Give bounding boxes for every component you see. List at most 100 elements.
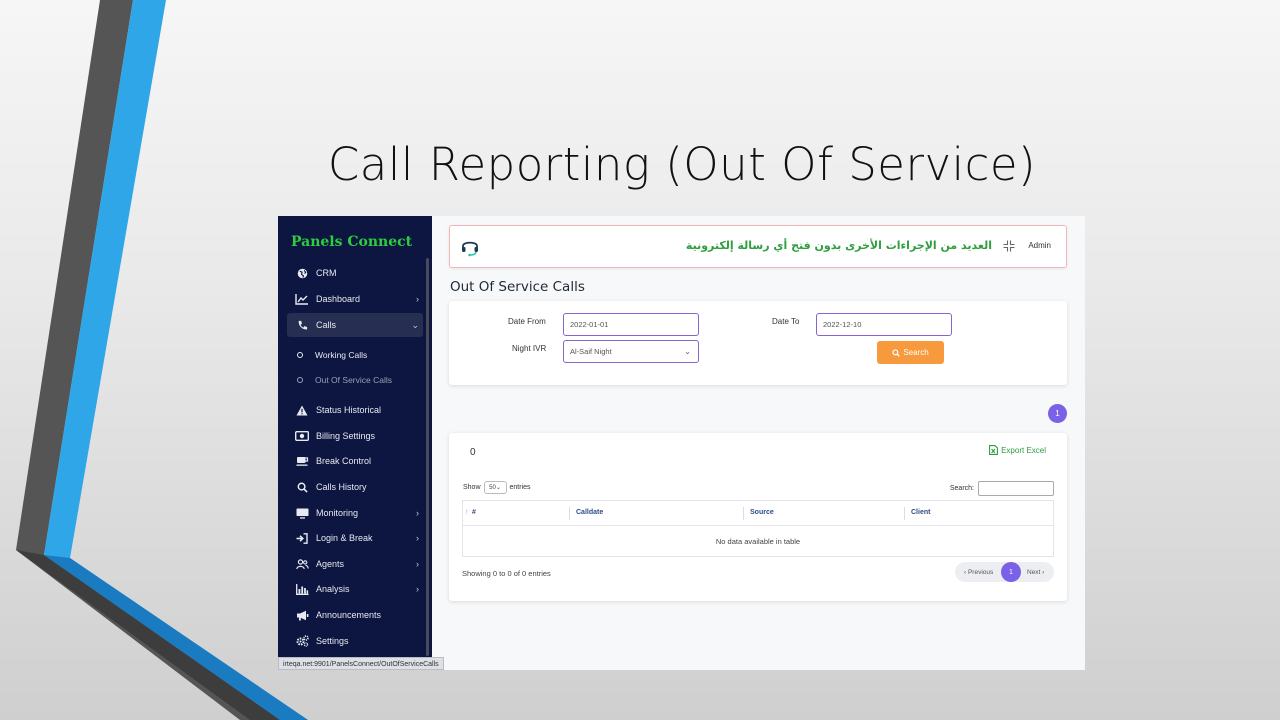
- search-icon: [892, 348, 901, 357]
- sidebar-item-calls[interactable]: Calls ⌄: [287, 313, 423, 337]
- filter-panel: Date From 2022-01-01 Date To 2022-12-10 …: [449, 301, 1067, 385]
- current-page-button[interactable]: 1: [1001, 562, 1021, 582]
- entries-select-value: 50: [489, 484, 496, 491]
- export-excel-button[interactable]: Export Excel: [989, 445, 1046, 455]
- sidebar-item-calls-history[interactable]: Calls History: [287, 475, 423, 499]
- search-button[interactable]: Search: [877, 341, 944, 364]
- sidebar-subitem-out-of-service-calls[interactable]: Out Of Service Calls: [297, 375, 392, 385]
- chevron-right-icon: ›: [416, 294, 419, 304]
- sidebar-item-label: Billing Settings: [316, 431, 376, 441]
- sidebar-item-settings[interactable]: Settings: [287, 629, 423, 653]
- coffee-icon: [294, 454, 310, 468]
- table-search-input[interactable]: [978, 481, 1054, 496]
- sidebar-item-login-break[interactable]: Login & Break ›: [287, 526, 423, 550]
- sidebar-item-announcements[interactable]: Announcements: [287, 603, 423, 627]
- gears-icon: [294, 634, 310, 648]
- export-excel-label: Export Excel: [1001, 445, 1046, 455]
- header-announcement: العديد من الإجراءات الأخرى بدون فتح أي ر…: [685, 239, 992, 252]
- sidebar-item-status-historical[interactable]: Status Historical: [287, 398, 423, 422]
- date-from-label: Date From: [508, 317, 546, 326]
- chevron-down-icon: ⌄: [684, 347, 691, 356]
- fullscreen-exit-icon[interactable]: [1003, 239, 1015, 257]
- bar-chart-icon: [294, 582, 310, 596]
- table-search: Search:: [950, 481, 1054, 496]
- night-ivr-select[interactable]: Al-Saif Night ⌄: [563, 340, 699, 363]
- browser-status-url: irteqa.net:9901/PanelsConnect/OutOfServi…: [278, 657, 444, 670]
- sidebar-item-label: Login & Break: [316, 533, 373, 543]
- sidebar-item-label: Announcements: [316, 610, 382, 620]
- circle-icon: [297, 352, 303, 358]
- night-ivr-selected: Al-Saif Night: [570, 347, 612, 356]
- sidebar-item-label: Analysis: [316, 584, 350, 594]
- monitor-icon: [294, 506, 310, 520]
- top-header: العديد من الإجراءات الأخرى بدون فتح أي ر…: [449, 225, 1067, 268]
- sidebar-subitem-label: Working Calls: [315, 350, 368, 360]
- phone-icon: [294, 318, 310, 332]
- column-header-source[interactable]: Source: [750, 509, 774, 516]
- sidebar-item-break-control[interactable]: Break Control: [287, 449, 423, 473]
- sidebar-item-label: Agents: [316, 559, 345, 569]
- sidebar-item-label: Dashboard: [316, 294, 361, 304]
- date-to-field[interactable]: 2022-12-10: [816, 313, 952, 336]
- entries-length-control: Show 50 ⌄ entries: [463, 481, 531, 494]
- app-screenshot: Panels Connect CRM Dashboard › Calls ⌄ W…: [278, 216, 1085, 670]
- search-button-label: Search: [903, 348, 929, 357]
- sidebar-item-crm[interactable]: CRM: [287, 261, 423, 285]
- sidebar-item-billing-settings[interactable]: Billing Settings: [287, 424, 423, 448]
- entries-select[interactable]: 50 ⌄: [483, 481, 507, 494]
- user-menu[interactable]: Admin: [1028, 241, 1051, 250]
- sidebar-item-label: Monitoring: [316, 508, 359, 518]
- column-divider: [743, 507, 744, 520]
- sidebar-item-label: Break Control: [316, 456, 372, 466]
- entries-label: entries: [509, 484, 531, 491]
- sidebar-item-label: Calls History: [316, 482, 367, 492]
- next-page-button[interactable]: Next ›: [1027, 569, 1044, 576]
- sidebar-item-label: CRM: [316, 268, 337, 278]
- brand-logo: Panels Connect: [291, 234, 413, 250]
- date-from-field[interactable]: 2022-01-01: [563, 313, 699, 336]
- sidebar-item-label: Settings: [316, 636, 349, 646]
- empty-table-message: No data available in table: [715, 537, 801, 546]
- chevron-right-icon: ›: [416, 508, 419, 518]
- search-icon: [294, 480, 310, 494]
- column-divider: [904, 507, 905, 520]
- table-header: ↑ # Calldate Source Client: [463, 501, 1053, 526]
- show-label: Show: [463, 484, 481, 491]
- chevron-right-icon: ›: [416, 533, 419, 543]
- page-number-badge[interactable]: 1: [1048, 404, 1067, 423]
- night-ivr-label: Night IVR: [512, 344, 547, 353]
- circle-icon: [297, 377, 303, 383]
- sidebar: Panels Connect CRM Dashboard › Calls ⌄ W…: [278, 216, 432, 670]
- results-panel: 0 Export Excel Show 50 ⌄ entries Search: …: [449, 433, 1067, 601]
- sort-icon: ↑: [465, 509, 469, 516]
- sidebar-item-agents[interactable]: Agents ›: [287, 552, 423, 576]
- chevron-right-icon: ›: [416, 584, 419, 594]
- column-header-number[interactable]: #: [472, 509, 476, 516]
- slide-title: Call Reporting (Out Of Service): [327, 138, 1037, 191]
- sidebar-scrollbar[interactable]: [426, 258, 429, 656]
- chevron-right-icon: ›: [416, 559, 419, 569]
- page-title: Out Of Service Calls: [450, 279, 585, 295]
- record-count: 0: [470, 447, 476, 458]
- excel-file-icon: [989, 445, 999, 455]
- table-info: Showing 0 to 0 of 0 entries: [462, 569, 551, 578]
- date-to-label: Date To: [772, 317, 800, 326]
- sidebar-item-monitoring[interactable]: Monitoring ›: [287, 501, 423, 525]
- column-divider: [569, 507, 570, 520]
- sidebar-item-dashboard[interactable]: Dashboard ›: [287, 287, 423, 311]
- users-icon: [294, 557, 310, 571]
- sidebar-subitem-label: Out Of Service Calls: [315, 375, 392, 385]
- previous-page-button[interactable]: ‹ Previous: [964, 569, 993, 576]
- warning-icon: [294, 403, 310, 417]
- data-table: ↑ # Calldate Source Client No data avail…: [462, 500, 1054, 557]
- sidebar-subitem-working-calls[interactable]: Working Calls: [297, 350, 367, 360]
- chevron-down-icon: ⌄: [411, 319, 419, 330]
- chart-line-icon: [294, 292, 310, 306]
- sidebar-item-label: Calls: [316, 320, 337, 330]
- sign-in-icon: [294, 531, 310, 545]
- column-header-client[interactable]: Client: [911, 509, 930, 516]
- sidebar-item-analysis[interactable]: Analysis ›: [287, 577, 423, 601]
- headset-icon: [460, 237, 480, 262]
- sidebar-item-label: Status Historical: [316, 405, 382, 415]
- column-header-calldate[interactable]: Calldate: [576, 509, 603, 516]
